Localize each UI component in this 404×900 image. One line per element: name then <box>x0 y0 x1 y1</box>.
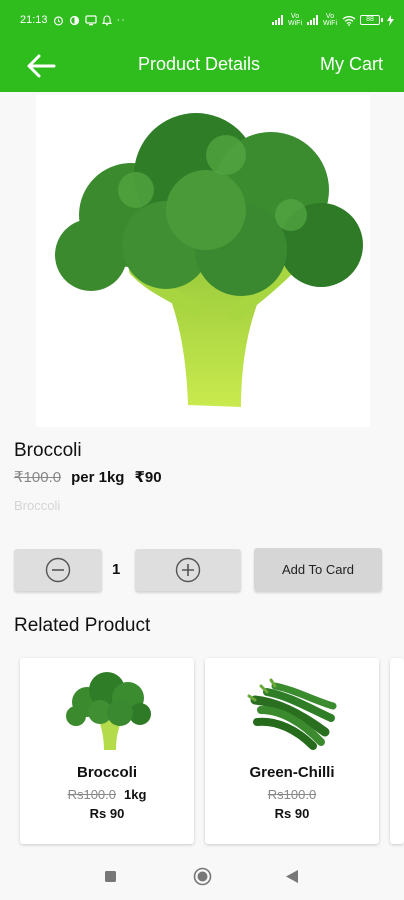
data-saver-icon <box>69 15 79 25</box>
app-bar: Product Details My Cart <box>0 40 404 92</box>
broccoli-image <box>55 113 363 407</box>
signal-icon-2 <box>307 15 318 25</box>
related-product-name: Broccoli <box>76 764 137 781</box>
status-left: 21:13 ·· <box>20 14 126 26</box>
system-back-button[interactable] <box>285 869 299 889</box>
related-product-card[interactable]: Broccoli Rs100.0 1kg Rs 90 <box>20 658 194 844</box>
related-old-price: Rs100.0 <box>267 787 317 802</box>
unit-label: per 1kg <box>71 469 125 486</box>
screen-cast-icon <box>84 14 97 25</box>
status-time: 21:13 <box>20 14 48 26</box>
product-name: Broccoli <box>14 440 82 461</box>
product-category: Broccoli <box>14 498 61 513</box>
back-triangle-icon <box>286 870 298 883</box>
related-product-image <box>247 670 337 754</box>
related-product-name: Green-Chilli <box>249 764 335 781</box>
old-price: ₹100.0 <box>14 469 62 486</box>
price-row: ₹100.0 per 1kg ₹90 <box>14 468 162 486</box>
related-product-card[interactable]: Green-Chilli Rs100.0 Rs 90 <box>205 658 379 844</box>
plus-circle-icon <box>175 557 201 583</box>
status-right: Vo WiFi Vo WiFi 88 <box>272 13 394 27</box>
related-price: Rs 90 <box>274 806 310 821</box>
page-title: Product Details <box>138 54 261 74</box>
related-old-price: Rs100.0 <box>67 787 116 802</box>
charging-bolt-icon <box>387 14 394 26</box>
related-section-title: Related Product <box>14 615 151 636</box>
current-price: ₹90 <box>134 469 162 486</box>
related-unit: 1kg <box>124 787 147 802</box>
alarm-icon <box>53 15 63 25</box>
recents-button[interactable] <box>104 870 117 888</box>
quantity-value: 1 <box>112 561 121 578</box>
home-button[interactable] <box>193 867 212 891</box>
related-price-row: Rs100.0 1kg <box>20 787 194 802</box>
related-product-image <box>62 670 152 754</box>
system-navigation-bar <box>0 852 404 900</box>
increase-quantity-button[interactable] <box>135 549 241 591</box>
back-button[interactable] <box>24 52 58 80</box>
notification-bell-icon <box>101 14 112 26</box>
back-arrow-icon <box>27 54 56 78</box>
related-price-row: Rs100.0 <box>205 787 379 802</box>
related-product-card-partial[interactable] <box>390 658 404 844</box>
product-image <box>36 95 370 427</box>
green-chilli-image <box>247 678 337 750</box>
decrease-quantity-button[interactable] <box>14 549 102 591</box>
status-bar: 21:13 ·· Vo WiFi Vo WiFi 88 <box>0 0 404 40</box>
signal-icon <box>272 15 283 25</box>
recents-square-icon <box>105 871 116 882</box>
battery-level: 88 <box>360 15 380 25</box>
volte-label: Vo WiFi <box>288 13 302 27</box>
related-price: Rs 90 <box>89 806 125 821</box>
my-cart-button[interactable]: My Cart <box>320 54 383 75</box>
battery-icon: 88 <box>360 15 383 25</box>
volte-label-2: Vo WiFi <box>323 13 337 27</box>
more-notifications-icon: ·· <box>116 14 126 26</box>
broccoli-image <box>66 672 151 750</box>
minus-circle-icon <box>45 557 71 583</box>
home-circle-icon <box>193 867 212 886</box>
add-to-cart-button[interactable]: Add To Card <box>254 548 382 591</box>
wifi-icon <box>342 15 356 26</box>
